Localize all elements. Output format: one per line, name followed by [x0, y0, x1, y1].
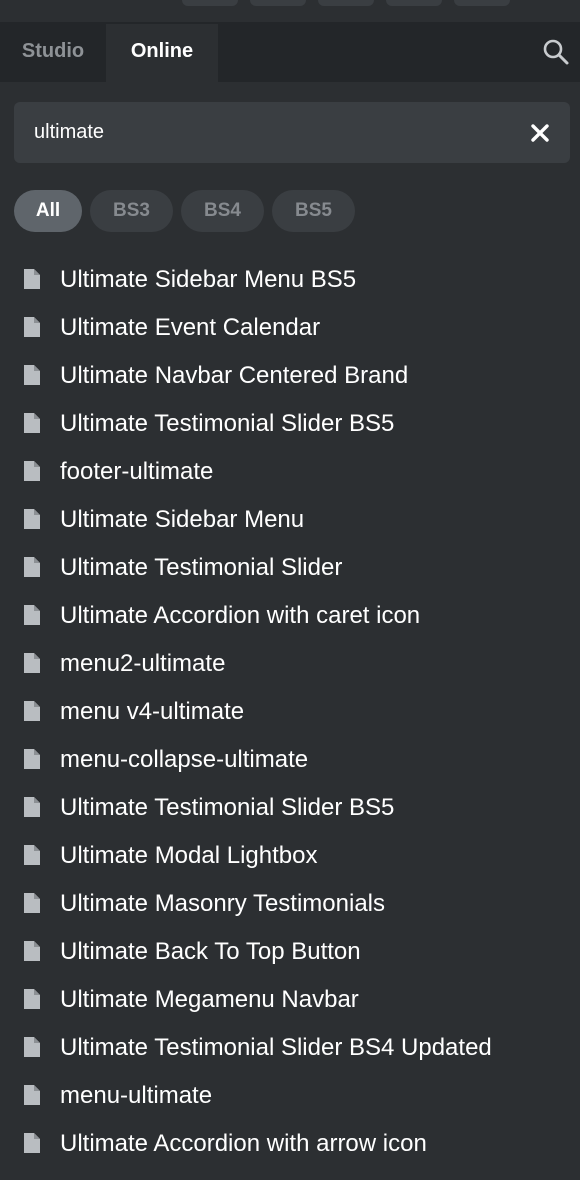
top-toolbar-strip: [0, 0, 580, 22]
list-item-label: menu2-ultimate: [60, 650, 226, 677]
list-item[interactable]: Ultimate Accordion with caret icon: [0, 592, 580, 640]
file-icon: [24, 365, 40, 385]
file-icon: [24, 269, 40, 289]
file-icon: [24, 941, 40, 961]
list-item-label: Ultimate Accordion with arrow icon: [60, 1130, 427, 1157]
list-item-label: Ultimate Testimonial Slider BS5: [60, 794, 395, 821]
list-item-label: Ultimate Megamenu Navbar: [60, 986, 359, 1013]
filter-all[interactable]: All: [14, 190, 82, 232]
list-item[interactable]: Ultimate Sidebar Menu: [0, 496, 580, 544]
toolbar-button-stub[interactable]: [250, 0, 306, 6]
search-icon: [543, 39, 569, 65]
file-icon: [24, 1037, 40, 1057]
search-field: [14, 102, 570, 163]
file-icon: [24, 653, 40, 673]
list-item[interactable]: Ultimate Sidebar Menu BS5: [0, 256, 580, 304]
list-item-label: menu-collapse-ultimate: [60, 746, 309, 773]
file-icon: [24, 461, 40, 481]
list-item[interactable]: Ultimate Navbar Centered Brand: [0, 352, 580, 400]
list-item-label: Ultimate Event Calendar: [60, 314, 321, 341]
list-item[interactable]: Ultimate Masonry Testimonials: [0, 880, 580, 928]
list-item[interactable]: menu2-ultimate: [0, 640, 580, 688]
list-item-label: menu v4-ultimate: [60, 698, 245, 725]
toolbar-button-stub[interactable]: [454, 0, 510, 6]
file-icon: [24, 605, 40, 625]
file-icon: [24, 509, 40, 529]
list-item[interactable]: Ultimate Accordion with arrow icon: [0, 1120, 580, 1168]
file-icon: [24, 893, 40, 913]
file-icon: [24, 557, 40, 577]
list-item-label: Ultimate Testimonial Slider BS4 Updated: [60, 1034, 492, 1061]
close-icon: [531, 124, 549, 142]
tab-online[interactable]: Online: [106, 24, 218, 82]
file-icon: [24, 413, 40, 433]
list-item[interactable]: Ultimate Testimonial Slider BS4 Updated: [0, 1024, 580, 1072]
tab-studio[interactable]: Studio: [0, 24, 106, 82]
list-item[interactable]: Ultimate Event Calendar: [0, 304, 580, 352]
tab-bar: Studio Online: [0, 22, 580, 82]
list-item[interactable]: Ultimate Back To Top Button: [0, 928, 580, 976]
list-item-label: Ultimate Sidebar Menu: [60, 506, 305, 533]
file-icon: [24, 845, 40, 865]
file-icon: [24, 1085, 40, 1105]
list-item[interactable]: Ultimate Testimonial Slider BS5: [0, 784, 580, 832]
file-icon: [24, 989, 40, 1009]
list-item-label: Ultimate Navbar Centered Brand: [60, 362, 409, 389]
search-toggle-button[interactable]: [540, 36, 572, 68]
list-item-label: Ultimate Masonry Testimonials: [60, 890, 385, 917]
list-item-label: footer-ultimate: [60, 458, 214, 485]
toolbar-button-stub[interactable]: [318, 0, 374, 6]
toolbar-button-stub[interactable]: [386, 0, 442, 6]
list-item[interactable]: menu-collapse-ultimate: [0, 736, 580, 784]
version-filter-group: All BS3 BS4 BS5: [14, 190, 355, 232]
filter-bs3[interactable]: BS3: [90, 190, 173, 232]
list-item-label: menu-ultimate: [60, 1082, 213, 1109]
list-item-label: Ultimate Accordion with caret icon: [60, 602, 421, 629]
list-item[interactable]: Ultimate Testimonial Slider: [0, 544, 580, 592]
list-item[interactable]: Ultimate Modal Lightbox: [0, 832, 580, 880]
list-item[interactable]: footer-ultimate: [0, 448, 580, 496]
list-item[interactable]: menu-ultimate: [0, 1072, 580, 1120]
file-icon: [24, 1133, 40, 1153]
list-item[interactable]: menu v4-ultimate: [0, 688, 580, 736]
list-item-label: Ultimate Sidebar Menu BS5: [60, 266, 357, 293]
list-item[interactable]: Ultimate Megamenu Navbar: [0, 976, 580, 1024]
search-input[interactable]: [34, 102, 514, 163]
file-icon: [24, 317, 40, 337]
list-item-label: Ultimate Testimonial Slider: [60, 554, 343, 581]
toolbar-button-stub[interactable]: [182, 0, 238, 6]
filter-bs4[interactable]: BS4: [181, 190, 264, 232]
block-list: Ultimate Sidebar Menu BS5 Ultimate Event …: [0, 256, 580, 1168]
filter-bs5[interactable]: BS5: [272, 190, 355, 232]
file-icon: [24, 701, 40, 721]
clear-search-button[interactable]: [528, 121, 552, 145]
list-item-label: Ultimate Testimonial Slider BS5: [60, 410, 395, 437]
list-item-label: Ultimate Modal Lightbox: [60, 842, 318, 869]
file-icon: [24, 797, 40, 817]
list-item[interactable]: Ultimate Testimonial Slider BS5: [0, 400, 580, 448]
list-item-label: Ultimate Back To Top Button: [60, 938, 361, 965]
file-icon: [24, 749, 40, 769]
